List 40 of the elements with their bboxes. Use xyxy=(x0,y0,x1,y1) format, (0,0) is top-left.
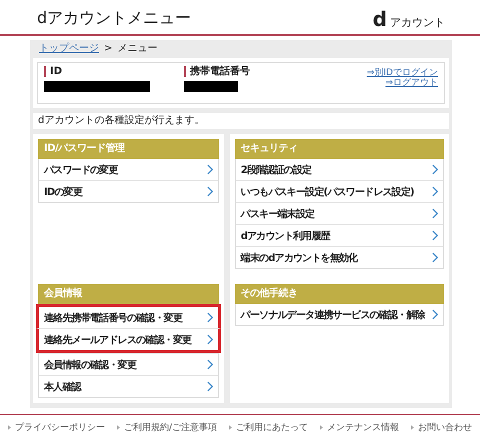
footer-link[interactable]: ご利用規約/ご注意事項 xyxy=(116,421,218,434)
bullet-icon xyxy=(116,425,120,430)
bullet-icon xyxy=(8,425,11,430)
field-label: 携帯電話番号 xyxy=(184,66,250,77)
menu-item[interactable]: 連絡先メールアドレスの確認・変更 xyxy=(36,328,221,353)
account-link[interactable]: ⇒ログアウト xyxy=(385,78,438,88)
chevron-icon xyxy=(206,359,214,370)
footer-link[interactable]: メンテナンス情報 xyxy=(320,421,400,434)
section-header: ID/パスワード管理 xyxy=(38,139,219,159)
breadcrumb-current: メニュー xyxy=(117,43,158,55)
footer-link[interactable]: プライバシーポリシー xyxy=(8,421,105,434)
chevron-icon xyxy=(206,334,214,345)
page-title: dアカウントメニュー xyxy=(37,8,192,28)
field-label: ID xyxy=(44,66,184,77)
chevron-icon xyxy=(432,208,439,219)
chevron-icon xyxy=(206,381,214,392)
chevron-icon xyxy=(432,186,439,197)
breadcrumb-separator: > xyxy=(104,43,112,55)
section-header: セキュリティ xyxy=(234,139,444,159)
chevron-icon xyxy=(432,252,439,263)
logo-mark: d xyxy=(372,9,387,29)
menu-item[interactable]: 連絡先携帯電話番号の確認・変更 xyxy=(36,304,221,328)
chevron-icon xyxy=(432,230,439,241)
chevron-icon xyxy=(206,186,214,197)
logo-text: アカウント xyxy=(390,15,445,30)
section-header: 会員情報 xyxy=(38,284,219,304)
bullet-icon xyxy=(229,425,232,430)
chevron-icon xyxy=(206,312,214,323)
chevron-icon xyxy=(206,164,214,175)
breadcrumb-link[interactable]: トップページ xyxy=(39,43,99,55)
account-link[interactable]: ⇒別IDでログイン xyxy=(366,68,438,78)
description-text: dアカウントの各種設定が行えます。 xyxy=(33,113,449,129)
redacted-value xyxy=(184,81,238,92)
chevron-icon xyxy=(432,164,439,175)
footer-link[interactable]: ご利用にあたって xyxy=(229,421,308,434)
bullet-icon xyxy=(320,425,324,430)
footer-link[interactable]: お問い合わせ xyxy=(411,421,472,434)
chevron-icon xyxy=(432,309,439,320)
bullet-icon xyxy=(411,425,414,430)
section-header: その他手続き xyxy=(234,284,444,304)
